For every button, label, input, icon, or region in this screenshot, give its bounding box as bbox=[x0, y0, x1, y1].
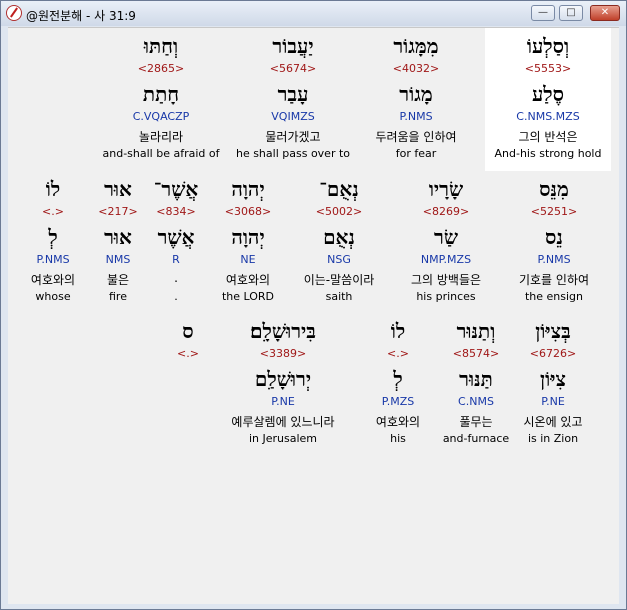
app-logo-icon bbox=[6, 5, 22, 21]
interlinear-panel: וְסַלְעוֹ <5553> סֶלַע C.NMS.MZS 그의 반석은 … bbox=[8, 27, 619, 604]
english-gloss: fire bbox=[109, 290, 127, 303]
morphology-code: R bbox=[172, 253, 180, 266]
strong-number[interactable]: <3389> bbox=[203, 347, 363, 360]
morphology-code: P.NMS bbox=[36, 253, 70, 266]
english-gloss: . bbox=[174, 290, 178, 303]
hebrew-word: לוֹ bbox=[390, 319, 406, 343]
minimize-button[interactable]: — bbox=[531, 5, 555, 21]
hebrew-word: מִמָּגוֹר bbox=[393, 34, 439, 58]
korean-gloss: 여호와의 bbox=[375, 415, 421, 429]
maximize-button[interactable]: □ bbox=[559, 5, 583, 21]
korean-gloss: 놀라리라 bbox=[138, 130, 184, 144]
korean-gloss: 불은 bbox=[106, 273, 130, 287]
korean-gloss: 예루살렘에 있느니라 bbox=[231, 415, 335, 429]
window-title: @원전분해 - 사 31:9 bbox=[26, 9, 136, 23]
morphology-code: C.NMS bbox=[458, 395, 494, 408]
hebrew-word: ס bbox=[182, 319, 194, 343]
strong-number[interactable]: <.> bbox=[358, 347, 438, 360]
hebrew-lemma: עָבַר bbox=[277, 82, 309, 106]
english-gloss: whose bbox=[35, 290, 71, 303]
strong-number[interactable]: <2865> bbox=[96, 62, 226, 75]
close-button[interactable]: ✕ bbox=[590, 5, 620, 21]
morphology-code: P.NMS bbox=[399, 110, 433, 123]
strong-number[interactable]: <5674> bbox=[228, 62, 358, 75]
hebrew-lemma: תַּנּוּר bbox=[459, 367, 493, 391]
english-gloss: he shall pass over to bbox=[235, 147, 351, 160]
hebrew-word: אוּר bbox=[104, 177, 132, 201]
morphology-code: NMS bbox=[105, 253, 131, 266]
morphology-code: C.VQACZP bbox=[132, 110, 190, 123]
korean-gloss: 그의 반석은 bbox=[518, 130, 578, 144]
hebrew-lemma: סֶלַע bbox=[531, 82, 565, 106]
hebrew-lemma: מָגוֹר bbox=[399, 82, 433, 106]
hebrew-word: לוֹ bbox=[45, 177, 61, 201]
korean-gloss: 두려움을 인하여 bbox=[375, 130, 457, 144]
hebrew-word: וְתַנּוּר bbox=[456, 319, 496, 343]
hebrew-lemma: לְ bbox=[393, 367, 403, 391]
title-bar[interactable]: @원전분해 - 사 31:9 — □ ✕ bbox=[1, 1, 626, 26]
hebrew-lemma: אֲשֶׁר bbox=[157, 225, 195, 249]
strong-number[interactable]: <.> bbox=[18, 205, 88, 218]
korean-gloss: 풀무는 bbox=[459, 415, 493, 429]
strong-number[interactable]: <217> bbox=[88, 205, 148, 218]
hebrew-lemma: לְ bbox=[48, 225, 58, 249]
strong-number[interactable]: <.> bbox=[158, 347, 218, 360]
strong-number[interactable]: <834> bbox=[146, 205, 206, 218]
hebrew-lemma: אוּר bbox=[104, 225, 132, 249]
hebrew-word: בִּירוּשָׁלִָם׃ bbox=[250, 319, 316, 343]
english-gloss: And-his strong hold bbox=[494, 147, 602, 160]
hebrew-word: אֲשֶׁר־ bbox=[153, 177, 199, 201]
english-gloss: for fear bbox=[395, 147, 437, 160]
strong-number[interactable]: <4032> bbox=[351, 62, 481, 75]
hebrew-word: וְסַלְעוֹ bbox=[526, 34, 570, 58]
english-gloss: and-shall be afraid of bbox=[102, 147, 220, 160]
morphology-code: P.NE bbox=[271, 395, 295, 408]
korean-gloss: 물러가겠고 bbox=[265, 130, 321, 144]
strong-number[interactable]: <5553> bbox=[483, 62, 613, 75]
morphology-code: C.NMS.MZS bbox=[516, 110, 580, 123]
english-gloss: in Jerusalem bbox=[248, 432, 318, 445]
strong-number[interactable]: <8574> bbox=[426, 347, 526, 360]
hebrew-word: יַעֲבוֹר bbox=[272, 34, 314, 58]
english-gloss: and-furnace bbox=[442, 432, 510, 445]
app-window: @원전분해 - 사 31:9 — □ ✕ וְסַלְעוֹ <5553> סֶ… bbox=[0, 0, 627, 610]
hebrew-lemma: חָתַת bbox=[142, 82, 180, 106]
hebrew-lemma: יְרוּשָׁלִַם bbox=[254, 367, 312, 391]
morphology-code: VQIMZS bbox=[271, 110, 315, 123]
hebrew-word: וְחַתּוּ bbox=[143, 34, 179, 58]
korean-gloss: . bbox=[174, 271, 178, 285]
korean-gloss: 여호와의 bbox=[30, 273, 76, 287]
morphology-code: P.MZS bbox=[381, 395, 415, 408]
english-gloss: his bbox=[390, 432, 406, 445]
